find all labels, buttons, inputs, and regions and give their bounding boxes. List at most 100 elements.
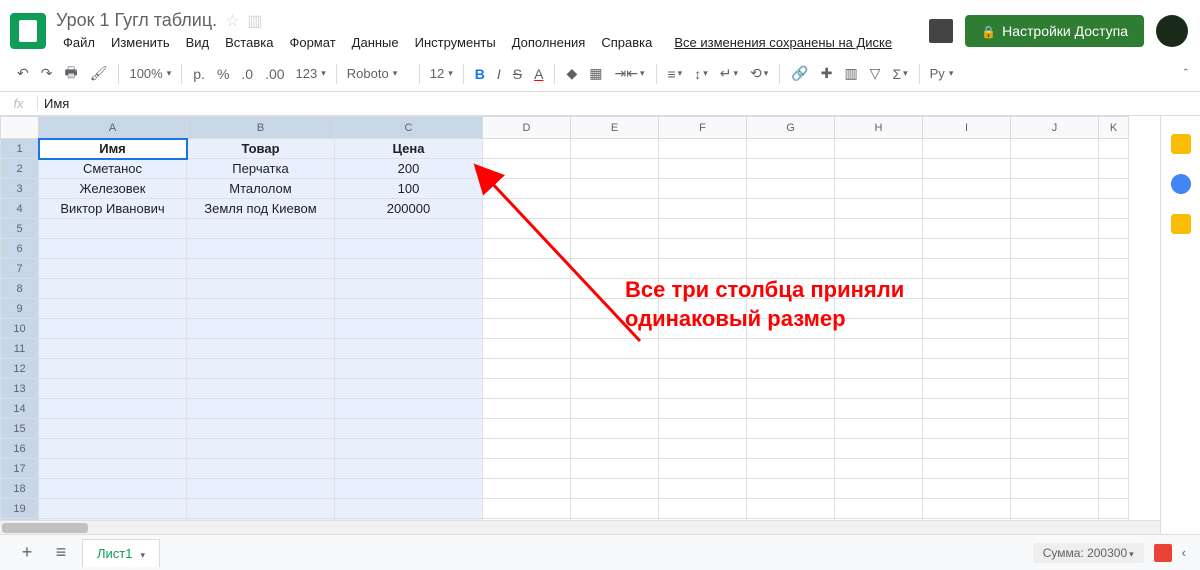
row-header[interactable]: 9	[1, 299, 39, 319]
font-dropdown[interactable]: Roboto	[343, 64, 413, 83]
fill-color-button[interactable]: ◆	[561, 61, 582, 86]
col-header-d[interactable]: D	[483, 117, 571, 139]
print-icon[interactable]: 🖶	[59, 58, 82, 90]
row-header[interactable]: 5	[1, 219, 39, 239]
cell[interactable]: Товар	[187, 139, 335, 159]
col-header-i[interactable]: I	[923, 117, 1011, 139]
italic-button[interactable]: I	[492, 62, 506, 86]
sheet-tab[interactable]: Лист1	[82, 539, 160, 567]
text-color-button[interactable]: A	[529, 62, 548, 86]
menu-format[interactable]: Формат	[282, 33, 342, 52]
filter-button[interactable]: ▽	[865, 61, 886, 86]
menu-file[interactable]: Файл	[56, 33, 102, 52]
number-format-dropdown[interactable]: 123	[292, 64, 330, 83]
currency-button[interactable]: р.	[188, 62, 210, 86]
row-header[interactable]: 15	[1, 419, 39, 439]
rotate-button[interactable]: ⟲	[745, 61, 773, 86]
col-header-a[interactable]: A	[39, 117, 187, 139]
all-sheets-button[interactable]: ≡	[48, 540, 74, 566]
chart-button[interactable]: ▥	[839, 61, 862, 86]
document-title[interactable]: Урок 1 Гугл таблиц.	[56, 10, 217, 31]
align-v-button[interactable]: ↕	[689, 62, 713, 86]
row-header[interactable]: 8	[1, 279, 39, 299]
zoom-dropdown[interactable]: 100%	[125, 64, 175, 83]
avatar[interactable]	[1156, 15, 1188, 47]
star-icon[interactable]: ☆	[225, 11, 239, 31]
row-header[interactable]: 19	[1, 499, 39, 519]
explore-button[interactable]	[1154, 544, 1172, 562]
row-header[interactable]: 12	[1, 359, 39, 379]
chevron-left-icon[interactable]: ‹	[1182, 545, 1186, 560]
cell[interactable]: Имя	[39, 139, 187, 159]
cell[interactable]: Железовек	[39, 179, 187, 199]
saved-status[interactable]: Все изменения сохранены на Диске	[667, 33, 899, 52]
menu-data[interactable]: Данные	[345, 33, 406, 52]
link-button[interactable]: 🔗	[786, 61, 813, 86]
decrease-decimal-button[interactable]: .0	[236, 62, 258, 86]
percent-button[interactable]: %	[212, 62, 234, 86]
cell[interactable]: 200	[335, 159, 483, 179]
cell[interactable]: Земля под Киевом	[187, 199, 335, 219]
row-header[interactable]: 10	[1, 319, 39, 339]
cell[interactable]: Цена	[335, 139, 483, 159]
functions-button[interactable]: Σ	[887, 62, 912, 86]
col-header-c[interactable]: C	[335, 117, 483, 139]
folder-icon[interactable]: ▥	[248, 11, 263, 31]
add-sheet-button[interactable]: +	[14, 540, 40, 566]
menu-edit[interactable]: Изменить	[104, 33, 177, 52]
row-header[interactable]: 11	[1, 339, 39, 359]
font-size-dropdown[interactable]: 12	[426, 64, 457, 83]
sum-display[interactable]: Сумма: 200300	[1033, 543, 1144, 563]
bold-button[interactable]: B	[470, 62, 490, 86]
row-header[interactable]: 13	[1, 379, 39, 399]
undo-icon[interactable]: ↶	[12, 61, 34, 86]
increase-decimal-button[interactable]: .00	[260, 62, 289, 86]
comment-button[interactable]: ✚	[816, 61, 838, 86]
menu-insert[interactable]: Вставка	[218, 33, 280, 52]
col-header-j[interactable]: J	[1011, 117, 1099, 139]
collapse-toolbar-icon[interactable]: ˆ	[1184, 66, 1188, 81]
menu-help[interactable]: Справка	[594, 33, 659, 52]
keep-icon[interactable]	[1171, 174, 1191, 194]
row-header[interactable]: 17	[1, 459, 39, 479]
cell[interactable]: Сметанос	[39, 159, 187, 179]
sheets-logo[interactable]	[10, 13, 46, 49]
col-header-k[interactable]: K	[1099, 117, 1129, 139]
strikethrough-button[interactable]: S	[508, 62, 527, 86]
row-header[interactable]: 14	[1, 399, 39, 419]
row-header[interactable]: 2	[1, 159, 39, 179]
redo-icon[interactable]: ↷	[36, 61, 58, 86]
formula-input[interactable]: Имя	[38, 94, 1200, 113]
row-header[interactable]: 16	[1, 439, 39, 459]
menu-addons[interactable]: Дополнения	[505, 33, 593, 52]
share-button[interactable]: Настройки Доступа	[965, 15, 1144, 47]
spreadsheet-grid[interactable]: A B C D E F G H I J K 1 Имя Товар Цена 2	[0, 116, 1129, 534]
calendar-icon[interactable]	[1171, 134, 1191, 154]
cell[interactable]: Виктор Иванович	[39, 199, 187, 219]
cell[interactable]: 200000	[335, 199, 483, 219]
cell[interactable]: Перчатка	[187, 159, 335, 179]
align-h-button[interactable]: ≡	[663, 62, 688, 86]
row-header[interactable]: 6	[1, 239, 39, 259]
row-header[interactable]: 7	[1, 259, 39, 279]
row-header[interactable]: 1	[1, 139, 39, 159]
paint-format-icon[interactable]: 🖌	[85, 61, 113, 86]
col-header-f[interactable]: F	[659, 117, 747, 139]
row-header[interactable]: 18	[1, 479, 39, 499]
col-header-g[interactable]: G	[747, 117, 835, 139]
input-lang-dropdown[interactable]: Ру	[926, 64, 958, 83]
horizontal-scrollbar[interactable]	[0, 520, 1160, 534]
menu-view[interactable]: Вид	[179, 33, 217, 52]
select-all-corner[interactable]	[1, 117, 39, 139]
col-header-b[interactable]: B	[187, 117, 335, 139]
col-header-e[interactable]: E	[571, 117, 659, 139]
cell[interactable]: Мталолом	[187, 179, 335, 199]
cell[interactable]: 100	[335, 179, 483, 199]
menu-tools[interactable]: Инструменты	[408, 33, 503, 52]
comments-icon[interactable]	[929, 19, 953, 43]
row-header[interactable]: 3	[1, 179, 39, 199]
borders-button[interactable]: ▦	[584, 61, 607, 86]
row-header[interactable]: 4	[1, 199, 39, 219]
merge-button[interactable]: ⇥⇤	[610, 61, 650, 86]
wrap-button[interactable]: ↵	[715, 61, 743, 86]
